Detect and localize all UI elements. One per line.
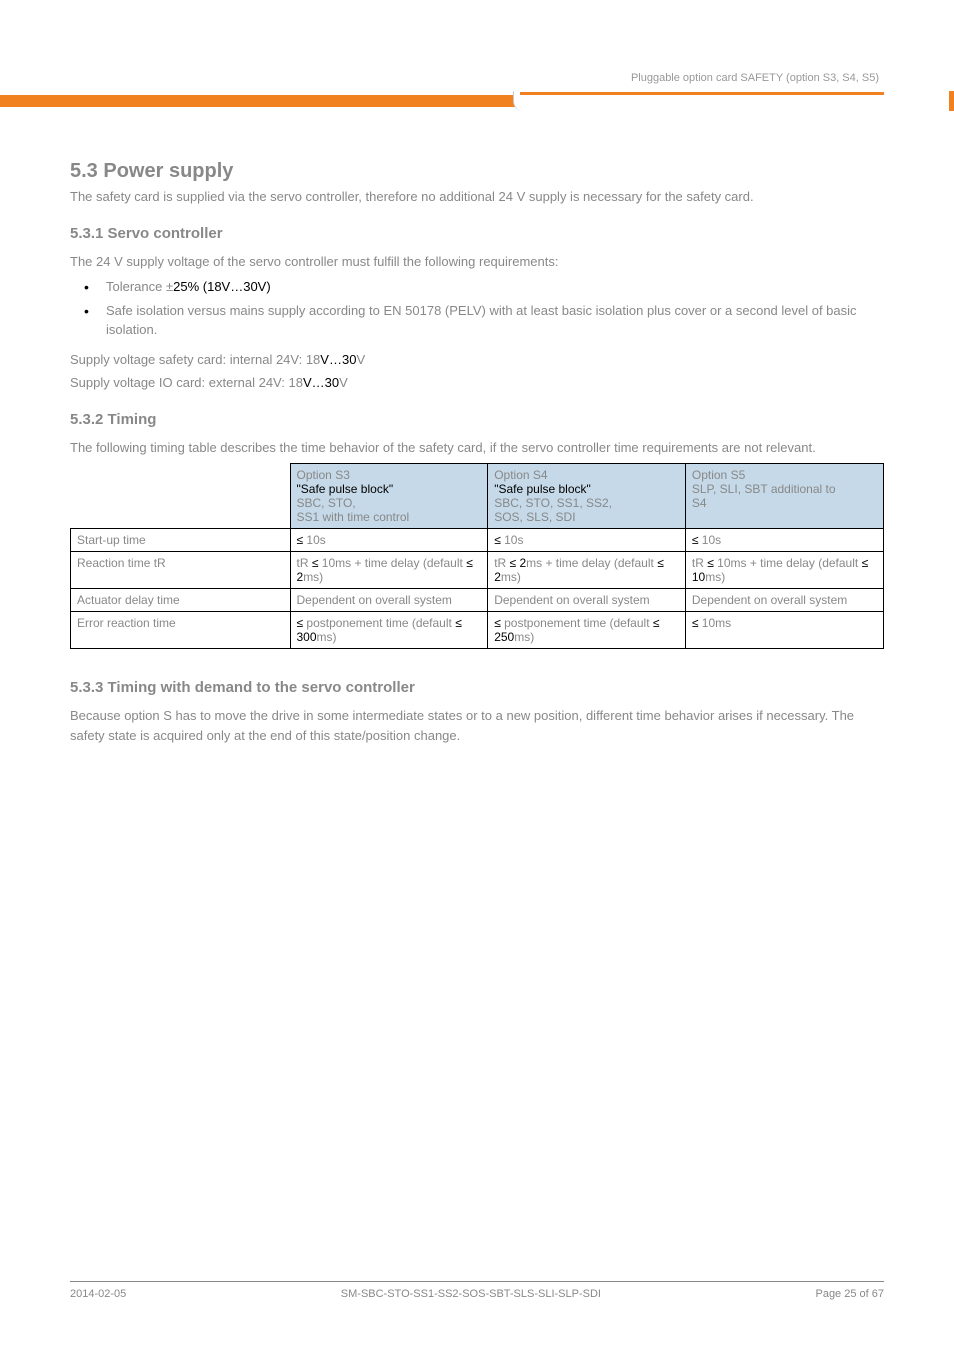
cell: tR ≤ 2ms + time delay (default ≤ 2ms) — [488, 552, 686, 589]
th-black: "Safe pulse block" — [297, 482, 394, 496]
table-header-s4: Option S4 "Safe pulse block" SBC, STO, S… — [488, 464, 686, 529]
cell: ≤ 10s — [290, 529, 488, 552]
row-label: Start-up time — [71, 529, 291, 552]
th-label: Option S5 — [692, 468, 745, 482]
section-heading: 5.3 Power supply — [70, 160, 884, 183]
bullet-black-1: 25% (18V…30V) — [173, 279, 271, 294]
cell: tR ≤ 10ms + time delay (default ≤ 10ms) — [685, 552, 883, 589]
table-row: Error reaction time ≤ postponement time … — [71, 612, 884, 649]
table-row: Actuator delay time Dependent on overall… — [71, 589, 884, 612]
subsection-532-text: The following timing table describes the… — [70, 438, 884, 458]
subsection-533-text: Because option S has to move the drive i… — [70, 706, 884, 745]
table-header-empty — [71, 464, 291, 529]
cell: ≤ 10ms — [685, 612, 883, 649]
footer-date: 2014-02-05 — [70, 1288, 126, 1300]
th-label: Option S3 — [297, 468, 350, 482]
page-footer: 2014-02-05 SM-SBC-STO-SS1-SS2-SOS-SBT-SL… — [70, 1281, 884, 1300]
note-line-2: Supply voltage IO card: external 24V: 18… — [70, 373, 884, 393]
row-label: Error reaction time — [71, 612, 291, 649]
th-label: Option S4 — [494, 468, 547, 482]
cell: ≤ 10s — [488, 529, 686, 552]
bullet-text-1: Tolerance ± — [106, 279, 173, 294]
cell: tR ≤ 10ms + time delay (default ≤ 2ms) — [290, 552, 488, 589]
para-intro: The safety card is supplied via the serv… — [70, 187, 884, 207]
subsection-532-title: 5.3.2 Timing — [70, 411, 884, 428]
table-header-s3: Option S3 "Safe pulse block" SBC, STO, S… — [290, 464, 488, 529]
cell: ≤ postponement time (default ≤ 300ms) — [290, 612, 488, 649]
footer-center: SM-SBC-STO-SS1-SS2-SOS-SBT-SLS-SLI-SLP-S… — [341, 1288, 601, 1300]
th-label: SS1 with time control — [297, 510, 410, 524]
cell: Dependent on overall system — [488, 589, 686, 612]
cell: Dependent on overall system — [685, 589, 883, 612]
list-item: Tolerance ±25% (18V…30V) — [84, 277, 884, 297]
th-label: SBC, STO, — [297, 496, 356, 510]
th-label: S4 — [692, 496, 707, 510]
table-row: Start-up time ≤ 10s ≤ 10s ≤ 10s — [71, 529, 884, 552]
bullet-list: Tolerance ±25% (18V…30V) Safe isolation … — [70, 277, 884, 340]
th-label: SOS, SLS, SDI — [494, 510, 575, 524]
cell: ≤ postponement time (default ≤ 250ms) — [488, 612, 686, 649]
timing-table: Option S3 "Safe pulse block" SBC, STO, S… — [70, 463, 884, 649]
th-label: SLP, SLI, SBT additional to — [692, 482, 836, 496]
subsection-531-title: 5.3.1 Servo controller — [70, 225, 884, 242]
row-label: Actuator delay time — [71, 589, 291, 612]
header-subtitle: Pluggable option card SAFETY (option S3,… — [631, 72, 879, 84]
section-number: 5.3 — [70, 160, 98, 182]
footer-page: Page 25 of 67 — [815, 1288, 884, 1300]
th-label: SBC, STO, SS1, SS2, — [494, 496, 612, 510]
cell: Dependent on overall system — [290, 589, 488, 612]
table-header-s5: Option S5 SLP, SLI, SBT additional to S4 — [685, 464, 883, 529]
section-title-text: Power supply — [103, 160, 233, 182]
subsection-531-text: The 24 V supply voltage of the servo con… — [70, 252, 884, 272]
cell: ≤ 10s — [685, 529, 883, 552]
th-black: "Safe pulse block" — [494, 482, 591, 496]
table-row: Reaction time tR tR ≤ 10ms + time delay … — [71, 552, 884, 589]
list-item: Safe isolation versus mains supply accor… — [84, 301, 884, 340]
note-line-1: Supply voltage safety card: internal 24V… — [70, 350, 884, 370]
subsection-533-title: 5.3.3 Timing with demand to the servo co… — [70, 679, 884, 696]
row-label: Reaction time tR — [71, 552, 291, 589]
